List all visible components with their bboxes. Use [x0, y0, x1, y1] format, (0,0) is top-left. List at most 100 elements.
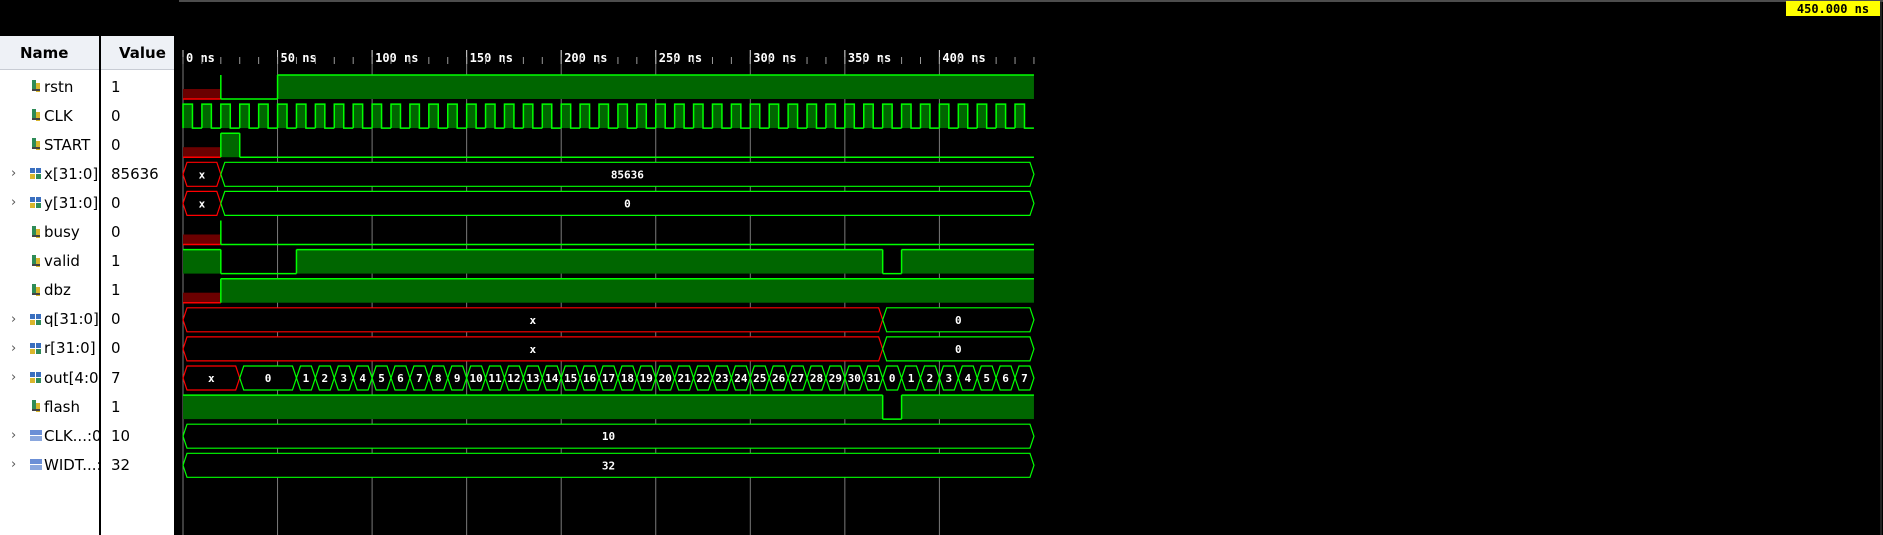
value-column-header[interactable]: Value: [101, 36, 174, 70]
clock-high-fill: [731, 104, 741, 129]
bus-value-label: 4: [359, 372, 366, 385]
signal-value-row-9: 0: [101, 334, 174, 363]
expand-chevron-icon[interactable]: ›: [11, 370, 21, 385]
signal-row-2[interactable]: START: [0, 130, 99, 159]
clock-high-fill: [580, 104, 590, 129]
signal-value-row-5: 0: [101, 218, 174, 247]
bus-value-label: 14: [545, 372, 559, 385]
signal-value: 0: [111, 339, 121, 358]
bus-value-label: 4: [964, 372, 971, 385]
bus-value-label: 7: [416, 372, 423, 385]
signal-row-12[interactable]: › CLK...:0]: [0, 421, 107, 450]
waveform-viewer[interactable]: 0 ns 50 ns 100 ns 150 ns 200 ns 250 ns 300 ns 3…: [179, 0, 1883, 535]
expand-chevron-icon[interactable]: ›: [11, 428, 21, 443]
signal-row-10[interactable]: › out[4:0]: [0, 363, 104, 392]
expand-chevron-icon[interactable]: ›: [11, 312, 21, 327]
bus-value-label: 20: [659, 372, 672, 385]
bus-value-label: 3: [340, 372, 347, 385]
clock-high-fill: [750, 104, 760, 129]
clock-high-fill: [447, 104, 458, 129]
clock-high-fill: [807, 104, 817, 129]
signal-row-11[interactable]: flash: [0, 392, 99, 421]
signal-row-6[interactable]: valid: [0, 247, 99, 276]
signal-value-row-0: 1: [101, 72, 174, 101]
high-level-fill: [277, 75, 1034, 99]
expand-chevron-icon[interactable]: ›: [11, 341, 21, 356]
signal-row-13[interactable]: › WIDT...:: [0, 450, 102, 479]
signal-value-row-2: 0: [101, 130, 174, 159]
high-level-fill: [901, 249, 1034, 274]
bus-signal-icon: [29, 370, 43, 384]
signal-row-5[interactable]: busy: [0, 218, 99, 247]
bus-value-label: 8: [435, 372, 442, 385]
bus-value-label: 25: [753, 372, 766, 385]
time-tick-label: 200 ns: [564, 51, 607, 65]
bus-value-label: x: [530, 314, 537, 327]
signal-row-9[interactable]: › r[31:0]: [0, 334, 99, 363]
time-tick-label: 0 ns: [186, 51, 215, 65]
bus-value-label: 12: [507, 372, 520, 385]
bit-signal-icon: [29, 283, 43, 297]
bus-value-label: 28: [810, 372, 823, 385]
bus-value-label: x: [199, 197, 206, 210]
bus-value-label: 0: [624, 197, 631, 210]
bus-signal-icon: [29, 341, 43, 355]
signal-name: r[31:0]: [44, 339, 96, 358]
signal-row-1[interactable]: CLK: [0, 101, 99, 130]
bus-value-label: 13: [526, 372, 539, 385]
signal-name: WIDT...:: [44, 455, 102, 474]
expand-chevron-icon[interactable]: ›: [11, 457, 21, 472]
bus-value-label: 2: [927, 372, 934, 385]
bus-value-label: 1: [303, 372, 310, 385]
bit-signal-icon: [29, 108, 43, 122]
bus-value-label: 32: [602, 459, 615, 472]
bit-signal-icon: [29, 79, 43, 93]
signal-value: 32: [111, 455, 131, 474]
bus-value-label: 5: [378, 372, 385, 385]
name-column-header[interactable]: Name: [0, 36, 99, 70]
param-signal-icon: [29, 457, 43, 471]
bus-value-label: 7: [1021, 372, 1028, 385]
clock-high-fill: [353, 104, 363, 129]
time-tick-label: 250 ns: [659, 51, 702, 65]
bus-signal-icon: [29, 195, 43, 209]
clock-high-fill: [277, 104, 288, 129]
signal-row-4[interactable]: › y[31:0]: [0, 188, 99, 217]
undefined-region: [183, 89, 221, 99]
bus-value-label: 31: [867, 372, 881, 385]
signal-name: x[31:0]: [44, 164, 99, 183]
clock-high-fill: [561, 104, 571, 129]
clock-high-fill: [372, 104, 382, 129]
signal-value: 10: [111, 426, 131, 445]
signal-name: valid: [44, 252, 80, 271]
bus-value-label: 16: [583, 372, 597, 385]
clock-high-fill: [542, 104, 552, 129]
signal-row-8[interactable]: › q[31:0]: [0, 305, 99, 334]
value-panel-toolbar: [101, 0, 174, 36]
signal-row-3[interactable]: › x[31:0]: [0, 159, 99, 188]
bus-value-label: x: [530, 343, 537, 356]
high-level-fill: [901, 395, 1034, 420]
clock-high-fill: [788, 104, 798, 129]
clock-high-fill: [882, 104, 893, 129]
high-level-fill: [183, 249, 221, 274]
bus-value-label: 6: [397, 372, 404, 385]
signal-name-panel: Name rstn CLK START › x[31:0] › y[31:0] busy val…: [0, 0, 107, 535]
signal-row-7[interactable]: dbz: [0, 276, 99, 305]
bus-value-label: 26: [772, 372, 786, 385]
signal-value: 1: [111, 397, 121, 416]
name-panel-toolbar: [0, 0, 99, 36]
cursor-time-label: 450.000 ns: [1786, 1, 1880, 16]
signal-value: 1: [111, 77, 121, 96]
signal-row-0[interactable]: rstn: [0, 72, 99, 101]
signal-value-panel: Value 1 0 0 85636 0 0 1 1 0 0 7 1 10 32: [101, 0, 174, 535]
bus-value-label: 22: [696, 372, 709, 385]
clock-high-fill: [485, 104, 496, 129]
bus-value-label: 24: [734, 372, 748, 385]
expand-chevron-icon[interactable]: ›: [11, 195, 21, 210]
signal-value-row-4: 0: [101, 188, 174, 217]
expand-chevron-icon[interactable]: ›: [11, 166, 21, 181]
signal-value-row-13: 32: [101, 450, 174, 479]
bus-value-label: 0: [889, 372, 896, 385]
bus-value-label: 17: [602, 372, 615, 385]
